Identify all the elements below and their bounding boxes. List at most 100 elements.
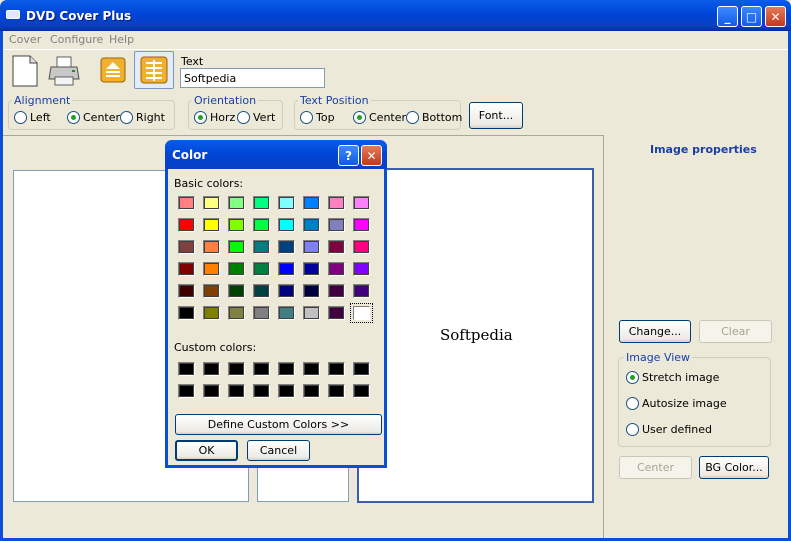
basic-color-swatch[interactable] <box>328 306 345 320</box>
printer-icon[interactable] <box>48 55 80 87</box>
custom-color-swatch[interactable] <box>203 362 220 376</box>
basic-color-swatch[interactable] <box>253 218 270 232</box>
align-right-label[interactable]: Right <box>136 111 165 124</box>
basic-color-swatch[interactable] <box>178 240 195 254</box>
menu-cover[interactable]: Cover <box>9 33 41 46</box>
basic-color-swatch[interactable] <box>303 240 320 254</box>
ok-button[interactable]: OK <box>175 440 238 461</box>
menu-configure[interactable]: Configure <box>50 33 103 46</box>
basic-color-swatch[interactable] <box>353 262 370 276</box>
change-image-button[interactable]: Change... <box>619 320 691 343</box>
basic-color-swatch[interactable] <box>228 284 245 298</box>
clear-image-button[interactable]: Clear <box>699 320 772 343</box>
basic-color-swatch[interactable] <box>353 240 370 254</box>
custom-color-swatch[interactable] <box>228 384 245 398</box>
basic-color-swatch[interactable] <box>328 284 345 298</box>
custom-color-swatch[interactable] <box>228 362 245 376</box>
custom-color-swatch[interactable] <box>278 384 295 398</box>
stretch-image-label[interactable]: Stretch image <box>642 371 719 384</box>
autosize-image-label[interactable]: Autosize image <box>642 397 727 410</box>
basic-color-swatch[interactable] <box>203 284 220 298</box>
basic-color-swatch[interactable] <box>228 218 245 232</box>
position-bottom-radio[interactable] <box>406 111 419 124</box>
basic-color-swatch[interactable] <box>253 196 270 210</box>
align-center-label[interactable]: Center <box>83 111 120 124</box>
basic-color-swatch[interactable] <box>278 284 295 298</box>
dialog-close-button[interactable]: ✕ <box>361 145 382 166</box>
basic-color-swatch[interactable] <box>253 306 270 320</box>
basic-color-swatch[interactable] <box>178 262 195 276</box>
basic-color-swatch[interactable] <box>178 196 195 210</box>
basic-color-swatch[interactable] <box>303 262 320 276</box>
custom-color-swatch[interactable] <box>353 384 370 398</box>
custom-color-swatch[interactable] <box>278 362 295 376</box>
basic-color-swatch[interactable] <box>203 218 220 232</box>
user-defined-label[interactable]: User defined <box>642 423 712 436</box>
position-bottom-label[interactable]: Bottom <box>422 111 462 124</box>
basic-color-swatch[interactable] <box>350 303 373 323</box>
orientation-horz-radio[interactable] <box>194 111 207 124</box>
custom-color-swatch[interactable] <box>303 384 320 398</box>
position-center-label[interactable]: Center <box>369 111 406 124</box>
cancel-button[interactable]: Cancel <box>247 440 310 461</box>
basic-color-swatch[interactable] <box>178 218 195 232</box>
align-left-label[interactable]: Left <box>30 111 51 124</box>
custom-color-swatch[interactable] <box>178 362 195 376</box>
stretch-image-radio[interactable] <box>626 371 639 384</box>
basic-color-swatch[interactable] <box>203 240 220 254</box>
align-right-radio[interactable] <box>120 111 133 124</box>
basic-color-swatch[interactable] <box>303 284 320 298</box>
basic-color-swatch[interactable] <box>253 240 270 254</box>
align-center-radio[interactable] <box>67 111 80 124</box>
basic-color-swatch[interactable] <box>328 240 345 254</box>
basic-color-swatch[interactable] <box>178 306 195 320</box>
position-top-label[interactable]: Top <box>316 111 335 124</box>
basic-color-swatch[interactable] <box>278 240 295 254</box>
font-button[interactable]: Font... <box>469 102 523 129</box>
position-top-radio[interactable] <box>300 111 313 124</box>
custom-color-swatch[interactable] <box>328 384 345 398</box>
text-input[interactable]: Softpedia <box>180 68 325 88</box>
help-button[interactable]: ? <box>338 145 359 166</box>
basic-color-swatch[interactable] <box>328 218 345 232</box>
basic-color-swatch[interactable] <box>203 306 220 320</box>
basic-color-swatch[interactable] <box>228 196 245 210</box>
position-center-radio[interactable] <box>353 111 366 124</box>
custom-color-swatch[interactable] <box>253 384 270 398</box>
new-document-icon[interactable] <box>12 55 38 87</box>
close-button[interactable]: ✕ <box>765 6 786 27</box>
basic-color-swatch[interactable] <box>178 284 195 298</box>
basic-color-swatch[interactable] <box>278 306 295 320</box>
orientation-vert-label[interactable]: Vert <box>253 111 275 124</box>
basic-color-swatch[interactable] <box>278 196 295 210</box>
basic-color-swatch[interactable] <box>228 306 245 320</box>
basic-color-swatch[interactable] <box>278 218 295 232</box>
maximize-button[interactable]: □ <box>741 6 762 27</box>
custom-color-swatch[interactable] <box>303 362 320 376</box>
menu-help[interactable]: Help <box>109 33 134 46</box>
basic-color-swatch[interactable] <box>353 284 370 298</box>
user-defined-radio[interactable] <box>626 423 639 436</box>
center-image-button[interactable]: Center <box>619 456 692 479</box>
basic-color-swatch[interactable] <box>353 196 370 210</box>
custom-color-swatch[interactable] <box>203 384 220 398</box>
basic-color-swatch[interactable] <box>303 196 320 210</box>
custom-color-swatch[interactable] <box>253 362 270 376</box>
minimize-button[interactable]: _ <box>717 6 738 27</box>
basic-color-swatch[interactable] <box>253 284 270 298</box>
autosize-image-radio[interactable] <box>626 397 639 410</box>
basic-color-swatch[interactable] <box>303 306 320 320</box>
align-left-radio[interactable] <box>14 111 27 124</box>
basic-color-swatch[interactable] <box>253 262 270 276</box>
basic-color-swatch[interactable] <box>278 262 295 276</box>
basic-color-swatch[interactable] <box>328 262 345 276</box>
define-custom-colors-button[interactable]: Define Custom Colors >> <box>175 414 382 435</box>
basic-color-swatch[interactable] <box>228 240 245 254</box>
basic-color-swatch[interactable] <box>203 196 220 210</box>
orientation-vert-radio[interactable] <box>237 111 250 124</box>
basic-color-swatch[interactable] <box>353 218 370 232</box>
basic-color-swatch[interactable] <box>328 196 345 210</box>
custom-color-swatch[interactable] <box>353 362 370 376</box>
eject-cover-icon[interactable] <box>100 57 126 83</box>
custom-color-swatch[interactable] <box>178 384 195 398</box>
